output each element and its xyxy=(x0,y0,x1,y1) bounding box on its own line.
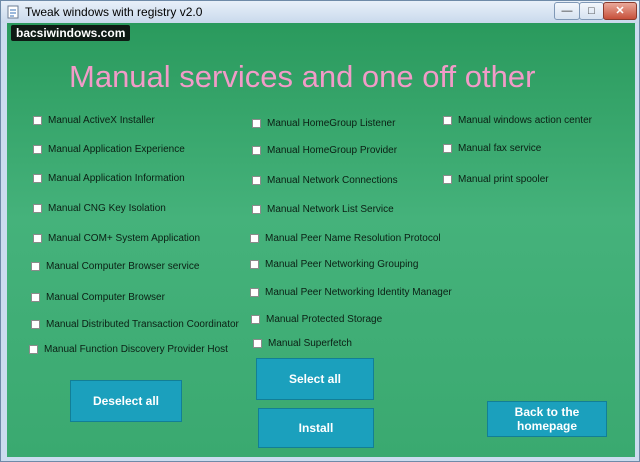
checkbox-box[interactable] xyxy=(29,345,38,354)
checkbox-box[interactable] xyxy=(250,260,259,269)
checkbox-box[interactable] xyxy=(251,315,260,324)
close-button[interactable]: ✕ xyxy=(603,2,637,20)
back-label-line-2: homepage xyxy=(516,419,577,433)
checkbox-box[interactable] xyxy=(252,119,261,128)
checkbox-box[interactable] xyxy=(31,293,40,302)
checkbox-label: Manual ActiveX Installer xyxy=(48,115,155,126)
checkbox-box[interactable] xyxy=(250,288,259,297)
app-window: Tweak windows with registry v2.0 — □ ✕ b… xyxy=(0,0,640,462)
checkbox-box[interactable] xyxy=(443,116,452,125)
back-to-homepage-button[interactable]: Back to the homepage xyxy=(487,401,607,437)
checkbox-label: Manual Network List Service xyxy=(267,204,394,215)
checkbox-label: Manual Function Discovery Provider Host xyxy=(44,344,228,355)
checkbox-label: Manual Peer Networking Grouping xyxy=(265,259,419,270)
checkbox-box[interactable] xyxy=(252,176,261,185)
deselect-all-button[interactable]: Deselect all xyxy=(70,380,182,422)
maximize-button[interactable]: □ xyxy=(579,2,604,20)
install-label: Install xyxy=(298,421,334,435)
select-all-button[interactable]: Select all xyxy=(256,358,374,400)
checkbox-label: Manual Network Connections xyxy=(267,175,398,186)
checkbox-box[interactable] xyxy=(252,205,261,214)
form-client-area: bacsiwindows.com Manual services and one… xyxy=(7,23,635,457)
checkbox-label: Manual Peer Networking Identity Manager xyxy=(265,287,452,298)
checkbox-label: Manual print spooler xyxy=(458,174,549,185)
title-bar: Tweak windows with registry v2.0 — □ ✕ xyxy=(1,1,639,23)
page-title: Manual services and one off other xyxy=(69,59,536,94)
install-button[interactable]: Install xyxy=(258,408,374,448)
checkbox-label: Manual Distributed Transaction Coordinat… xyxy=(46,319,239,330)
checkbox-label: Manual Protected Storage xyxy=(266,314,383,325)
select-all-label: Select all xyxy=(288,372,342,386)
app-icon xyxy=(7,5,19,19)
checkbox-box[interactable] xyxy=(33,174,42,183)
checkbox-box[interactable] xyxy=(443,175,452,184)
checkbox-label: Manual Application Information xyxy=(48,173,185,184)
checkbox-label: Manual Computer Browser service xyxy=(46,261,200,272)
checkbox-box[interactable] xyxy=(33,234,42,243)
checkbox-label: Manual CNG Key Isolation xyxy=(48,203,166,214)
checkbox-label: Manual Computer Browser xyxy=(46,292,165,303)
checkbox-box[interactable] xyxy=(31,320,40,329)
site-badge: bacsiwindows.com xyxy=(11,25,131,41)
checkbox-label: Manual HomeGroup Listener xyxy=(267,118,396,129)
checkbox-box[interactable] xyxy=(253,339,262,348)
window-title: Tweak windows with registry v2.0 xyxy=(25,5,203,19)
back-label-line-1: Back to the xyxy=(514,405,580,419)
checkbox-box[interactable] xyxy=(252,146,261,155)
checkbox-label: Manual windows action center xyxy=(458,115,592,126)
checkbox-label: Manual fax service xyxy=(458,143,542,154)
checkbox-box[interactable] xyxy=(250,234,259,243)
checkbox-box[interactable] xyxy=(31,262,40,271)
checkbox-label: Manual Peer Name Resolution Protocol xyxy=(265,233,441,244)
checkbox-box[interactable] xyxy=(443,144,452,153)
checkbox-label: Manual Superfetch xyxy=(268,338,352,349)
checkbox-label: Manual COM+ System Application xyxy=(48,233,201,244)
checkbox-label: Manual Application Experience xyxy=(48,144,185,155)
checkbox-box[interactable] xyxy=(33,204,42,213)
checkbox-box[interactable] xyxy=(33,116,42,125)
minimize-button[interactable]: — xyxy=(554,2,580,20)
deselect-all-label: Deselect all xyxy=(92,394,160,408)
checkbox-label: Manual HomeGroup Provider xyxy=(267,145,398,156)
checkbox-box[interactable] xyxy=(33,145,42,154)
